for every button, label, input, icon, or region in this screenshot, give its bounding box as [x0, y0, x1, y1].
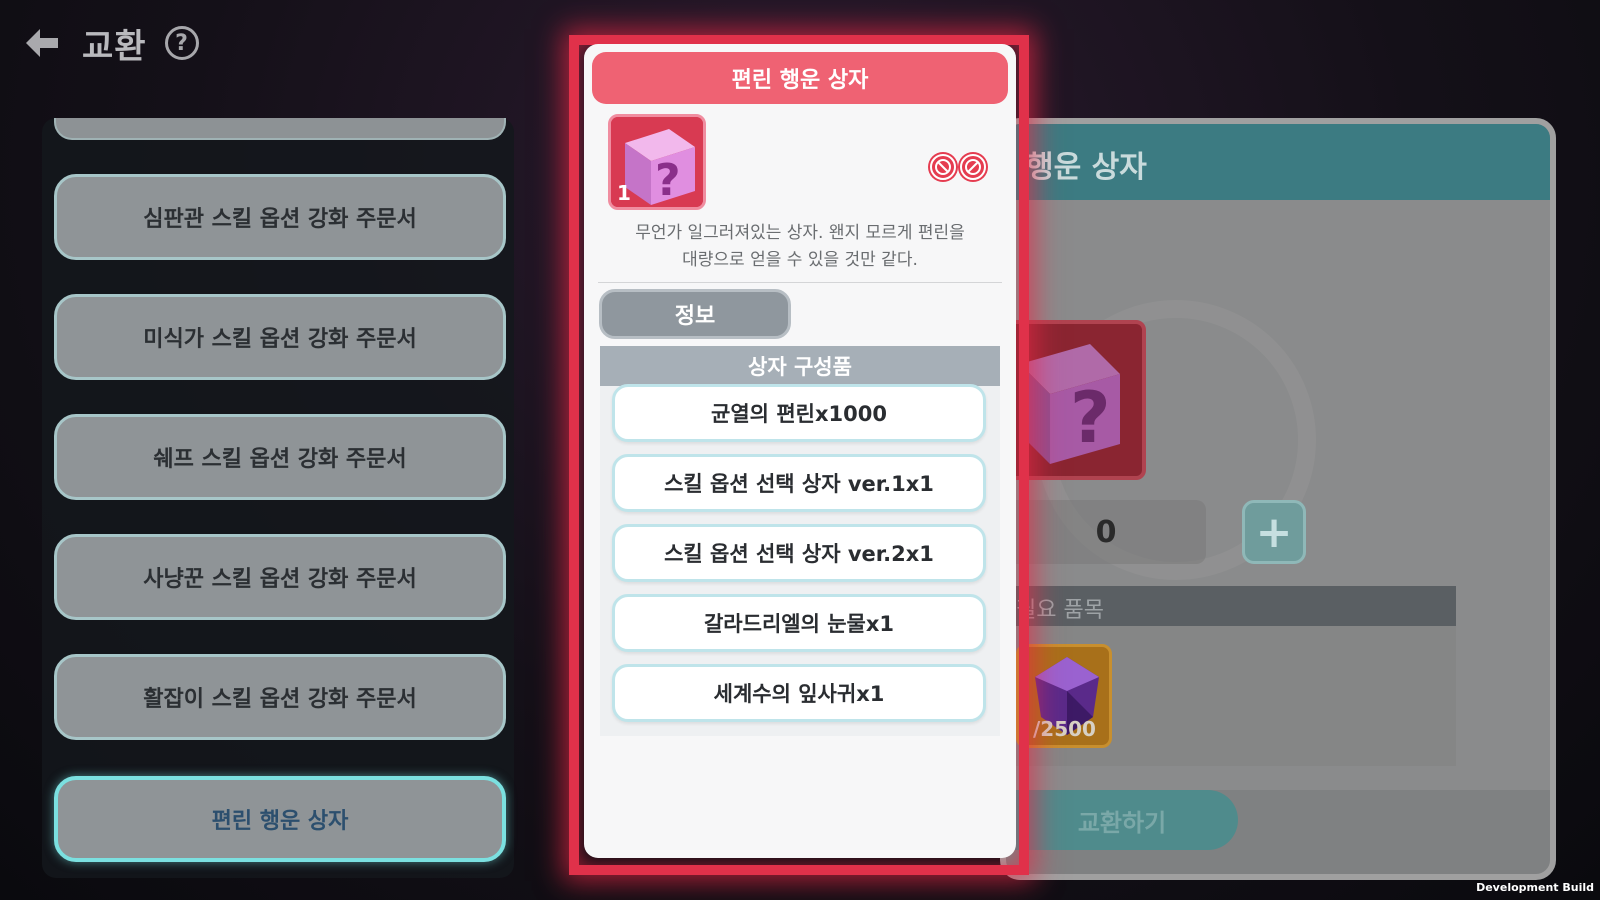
list-item-gourmet-scroll[interactable]: 미식가 스킬 옵션 강화 주문서: [54, 294, 506, 380]
description-line-1: 무언가 일그러져있는 상자. 왠지 모르게 편린을: [635, 223, 965, 243]
detail-title: 행운 상자: [1026, 150, 1147, 185]
required-gem-count: /2500: [1033, 717, 1096, 741]
content-item[interactable]: 세계수의 잎사귀x1: [612, 664, 986, 722]
tab-info[interactable]: 정보: [599, 289, 791, 339]
page-title: 교환: [82, 26, 147, 67]
top-bar: 교환 ?: [20, 18, 199, 68]
svg-text:?: ?: [1070, 377, 1111, 459]
list-item-hunter-scroll[interactable]: 사냥꾼 스킬 옵션 강화 주문서: [54, 534, 506, 620]
description-line-2: 대량으로 얻을 수 있을 것만 같다.: [682, 250, 918, 270]
list-item-fragment-luck-box[interactable]: 편린 행운 상자: [54, 776, 506, 862]
content-item[interactable]: 균열의 편린x1000: [612, 384, 986, 442]
no-sell-badge-icon: [960, 154, 986, 180]
item-info-popup: 편린 행운 상자 ? 1 무언가 일그러져있는 상자. 왠지 모르게 편린을 대…: [584, 44, 1016, 858]
luck-box-item-icon: ? 1: [608, 114, 706, 210]
development-build-label: Development Build: [1476, 881, 1594, 894]
item-count: 1: [617, 181, 631, 205]
required-gem-slot[interactable]: /2500: [1016, 644, 1112, 748]
list-item-partial[interactable]: [54, 118, 506, 140]
box-contents-header: 상자 구성품: [600, 346, 1000, 386]
mystery-box-icon: ?: [1020, 344, 1120, 464]
required-items-header: 필요 품목: [1006, 586, 1456, 626]
required-items-label: 필요 품목: [1016, 598, 1104, 623]
increase-quantity-button[interactable]: +: [1242, 500, 1306, 564]
required-items-area: /2500: [1006, 626, 1456, 766]
list-item-archer-scroll[interactable]: 활잡이 스킬 옵션 강화 주문서: [54, 654, 506, 740]
exchange-detail-panel: 행운 상자 ? 0 + 필요 품목 /2500 교환하기: [1000, 118, 1556, 880]
list-item-chef-scroll[interactable]: 쉐프 스킬 옵션 강화 주문서: [54, 414, 506, 500]
no-trade-badge-icon: [930, 154, 956, 180]
detail-header: 행운 상자: [1006, 124, 1550, 200]
content-item[interactable]: 갈라드리엘의 눈물x1: [612, 594, 986, 652]
content-item[interactable]: 스킬 옵션 선택 상자 ver.1x1: [612, 454, 986, 512]
quantity-display: 0: [1006, 500, 1206, 564]
help-icon[interactable]: ?: [164, 26, 199, 60]
content-item[interactable]: 스킬 옵션 선택 상자 ver.2x1: [612, 524, 986, 582]
divider: [598, 282, 1002, 283]
back-button[interactable]: [20, 21, 64, 65]
list-item-judge-scroll[interactable]: 심판관 스킬 옵션 강화 주문서: [54, 174, 506, 260]
svg-text:?: ?: [655, 155, 681, 206]
exchange-button[interactable]: 교환하기: [1006, 790, 1238, 850]
popup-title: 편린 행운 상자: [592, 52, 1008, 104]
back-arrow-icon: [26, 29, 58, 57]
item-description: 무언가 일그러져있는 상자. 왠지 모르게 편린을 대량으로 얻을 수 있을 것…: [604, 220, 996, 274]
